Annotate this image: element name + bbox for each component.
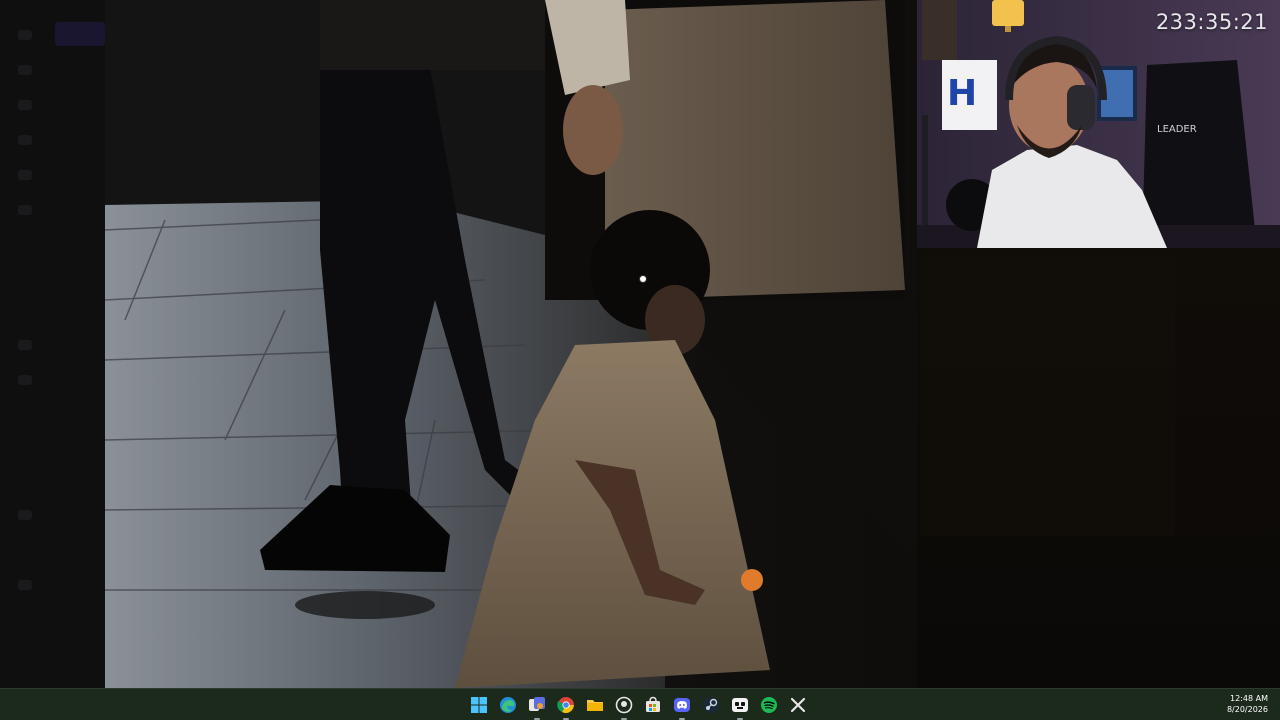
sidebar-dot [18,135,32,145]
sidebar-dot [18,375,32,385]
file-explorer-icon[interactable] [583,692,607,718]
svg-text:H: H [947,73,977,114]
store-icon[interactable] [641,692,665,718]
system-clock[interactable]: 12:48 AM 8/20/2026 [1227,693,1268,715]
background-app-sidebar [0,0,105,688]
edge-icon[interactable] [496,692,520,718]
capcut-icon[interactable] [786,692,810,718]
taskbar-pinned-apps [467,692,810,720]
app-icon[interactable] [525,692,549,720]
sidebar-dot [18,100,32,110]
photo-viewer-image[interactable] [105,0,917,688]
sidebar-dot [18,340,32,350]
windows-start-icon[interactable] [467,692,491,718]
chrome-icon[interactable] [554,692,578,720]
sidebar-dot [18,205,32,215]
spotify-icon[interactable] [757,692,781,718]
sidebar-dot [18,30,32,40]
clock-time: 12:48 AM [1230,694,1268,703]
dim-panel [920,258,1175,536]
steam-icon[interactable] [699,692,723,718]
github-icon[interactable] [612,692,636,720]
sidebar-dot [18,580,32,590]
screen: H LEADER 233:35:21 12:48 AM 8/20/2026 [0,0,1280,720]
windows-taskbar: 12:48 AM 8/20/2026 [0,688,1280,720]
sidebar-dot [18,65,32,75]
webcam-feed: H LEADER [917,0,1280,248]
discord-icon[interactable] [670,692,694,720]
clock-date: 8/20/2026 [1226,705,1268,714]
photo-scene [105,0,917,688]
webcam-overlay: H LEADER 233:35:21 [917,0,1280,248]
sidebar-dot [18,170,32,180]
sidebar-dot [18,510,32,520]
svg-text:LEADER: LEADER [1157,124,1197,135]
stream-uptime-timer: 233:35:21 [1155,10,1268,34]
mouse-cursor [639,275,647,283]
game-app-icon[interactable] [728,692,752,720]
sidebar-accent [55,22,105,46]
